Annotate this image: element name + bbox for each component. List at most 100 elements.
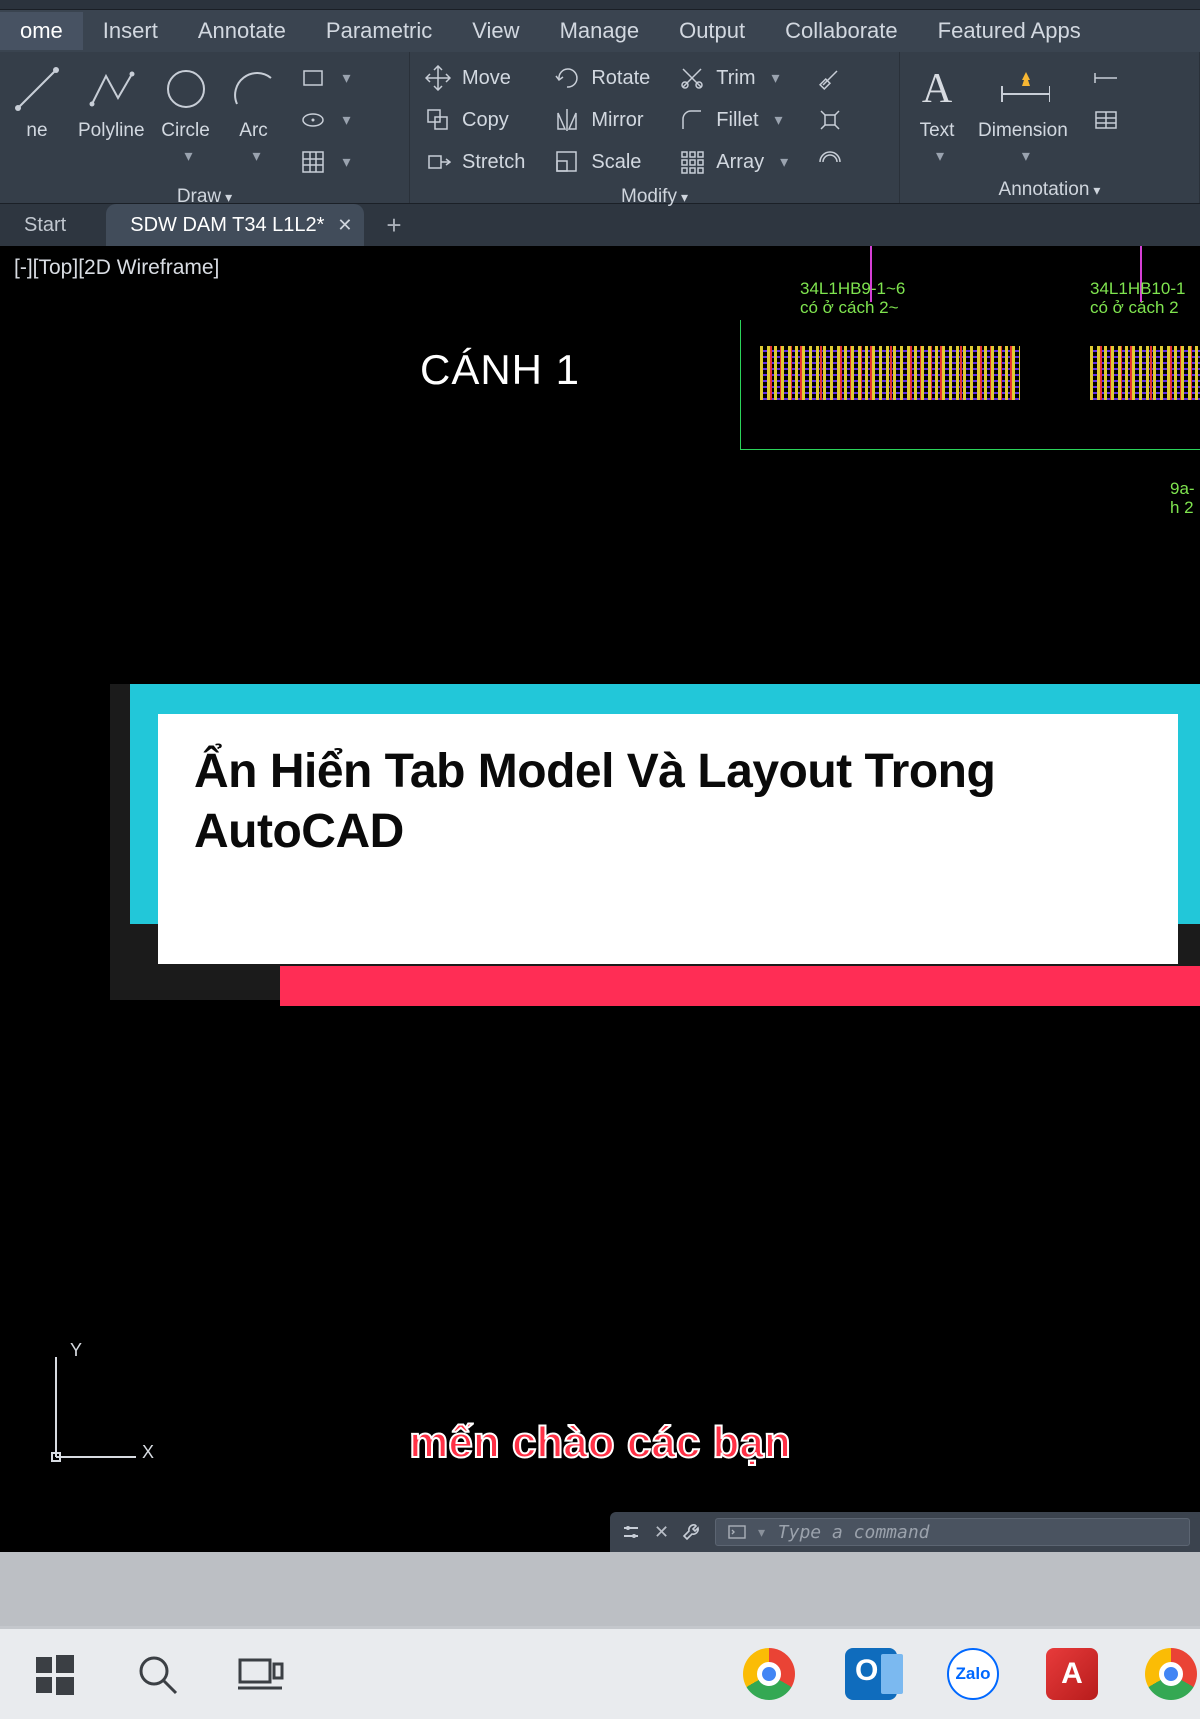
rotate-icon xyxy=(553,64,581,92)
rotate-tool[interactable]: Rotate xyxy=(549,60,654,96)
fillet-tool[interactable]: Fillet▾ xyxy=(674,102,792,138)
rotate-label: Rotate xyxy=(591,67,650,90)
ucs-x-label: X xyxy=(142,1442,154,1463)
rectangle-tool[interactable]: ▾ xyxy=(295,60,355,96)
close-icon[interactable]: ✕ xyxy=(654,1522,669,1543)
chrome-icon[interactable] xyxy=(740,1645,798,1703)
scale-icon xyxy=(553,148,581,176)
arc-label: Arc xyxy=(239,120,268,142)
copy-icon xyxy=(424,106,452,134)
customize-icon[interactable] xyxy=(620,1521,642,1543)
trim-tool[interactable]: Trim▾ xyxy=(674,60,792,96)
new-tab-button[interactable]: + xyxy=(364,210,423,241)
stretch-tool[interactable]: Stretch xyxy=(420,144,529,180)
ribbon-tab-output[interactable]: Output xyxy=(659,12,765,50)
hatch-tool[interactable]: ▾ xyxy=(295,144,355,180)
ribbon-tab-collaborate[interactable]: Collaborate xyxy=(765,12,918,50)
offset-icon xyxy=(816,148,844,176)
file-tab-label: SDW DAM T34 L1L2* xyxy=(130,214,324,237)
mirror-icon xyxy=(553,106,581,134)
drawing-label: CÁNH 1 xyxy=(420,346,580,394)
chrome-icon[interactable] xyxy=(1142,1645,1200,1703)
ellipse-tool[interactable]: ▾ xyxy=(295,102,355,138)
polyline-label: Polyline xyxy=(78,120,145,142)
text-icon: A xyxy=(910,62,964,116)
scale-label: Scale xyxy=(591,151,641,174)
taskbar: Zalo A xyxy=(0,1626,1200,1719)
chevron-down-icon: ▾ xyxy=(936,146,944,166)
annot-text: 34L1HB9-1~6có ở cách 2~ xyxy=(800,280,905,317)
text-label: Text xyxy=(920,120,955,142)
annotation-panel-title[interactable]: Annotation▾ xyxy=(900,179,1199,203)
line-tool[interactable]: ne xyxy=(10,58,64,142)
autocad-icon[interactable]: A xyxy=(1046,1648,1098,1700)
trim-label: Trim xyxy=(716,67,755,90)
ribbon-tab-view[interactable]: View xyxy=(452,12,539,50)
close-icon[interactable]: ✕ xyxy=(337,215,352,236)
task-view-icon[interactable] xyxy=(230,1645,288,1703)
mirror-tool[interactable]: Mirror xyxy=(549,102,654,138)
table-icon xyxy=(1092,106,1120,134)
dimension-label: Dimension xyxy=(978,120,1068,142)
file-tab[interactable]: SDW DAM T34 L1L2* ✕ xyxy=(106,204,364,246)
copy-tool[interactable]: Copy xyxy=(420,102,529,138)
offset-tool[interactable] xyxy=(812,144,848,180)
move-label: Move xyxy=(462,67,511,90)
ribbon-tab-featured-apps[interactable]: Featured Apps xyxy=(918,12,1101,50)
array-tool[interactable]: Array▾ xyxy=(674,144,792,180)
stretch-label: Stretch xyxy=(462,151,525,174)
text-tool[interactable]: A Text ▾ xyxy=(910,58,964,166)
command-input[interactable]: ▾ Type a command xyxy=(715,1518,1190,1546)
dimension-icon xyxy=(996,62,1050,116)
polyline-tool[interactable]: Polyline xyxy=(78,58,145,142)
ribbon-tab-home[interactable]: ome xyxy=(0,12,83,50)
table-tool[interactable] xyxy=(1088,102,1124,138)
ucs-icon[interactable]: Y X xyxy=(26,1342,146,1472)
wrench-icon[interactable] xyxy=(681,1521,703,1543)
dimension-tool[interactable]: Dimension ▾ xyxy=(978,58,1068,166)
chevron-down-icon: ▾ xyxy=(253,146,261,166)
ribbon-tab-manage[interactable]: Manage xyxy=(540,12,660,50)
viewport-state[interactable]: [-][Top][2D Wireframe] xyxy=(2,250,231,286)
line-label: ne xyxy=(26,120,47,142)
erase-tool[interactable] xyxy=(812,60,848,96)
ribbon: ne Polyline Circle ▾ Arc ▾ xyxy=(0,52,1200,204)
circle-icon xyxy=(159,62,213,116)
copy-label: Copy xyxy=(462,109,509,132)
mirror-label: Mirror xyxy=(591,109,643,132)
search-icon[interactable] xyxy=(128,1645,186,1703)
command-placeholder: Type a command xyxy=(778,1522,930,1543)
chevron-down-icon: ▾ xyxy=(1022,146,1030,166)
overlay-title: Ẩn Hiển Tab Model Và Layout Trong AutoCA… xyxy=(194,742,1142,862)
drawing-area[interactable]: [-][Top][2D Wireframe] 34L1HB9-1~6có ở c… xyxy=(0,246,1200,1552)
overlay-card: Ẩn Hiển Tab Model Và Layout Trong AutoCA… xyxy=(158,714,1178,964)
line-icon xyxy=(10,62,64,116)
modify-panel-title[interactable]: Modify▾ xyxy=(410,186,899,210)
windows-start-icon[interactable] xyxy=(26,1645,84,1703)
explode-tool[interactable] xyxy=(812,102,848,138)
outlook-icon[interactable] xyxy=(842,1645,900,1703)
circle-label: Circle xyxy=(161,120,210,142)
scale-tool[interactable]: Scale xyxy=(549,144,654,180)
stretch-icon xyxy=(424,148,452,176)
ellipse-icon xyxy=(299,106,327,134)
circle-tool[interactable]: Circle ▾ xyxy=(159,58,213,166)
arc-icon xyxy=(227,62,281,116)
zalo-icon[interactable]: Zalo xyxy=(944,1645,1002,1703)
ribbon-tab-row: ome Insert Annotate Parametric View Mana… xyxy=(0,10,1200,52)
move-tool[interactable]: Move xyxy=(420,60,529,96)
ribbon-tab-annotate[interactable]: Annotate xyxy=(178,12,306,50)
start-tab[interactable]: Start xyxy=(0,204,106,246)
polyline-icon xyxy=(84,62,138,116)
erase-icon xyxy=(816,64,844,92)
leader-tool[interactable] xyxy=(1088,60,1124,96)
trim-icon xyxy=(678,64,706,92)
caption-text: mến chào các bạn xyxy=(409,1418,790,1468)
ribbon-tab-parametric[interactable]: Parametric xyxy=(306,12,452,50)
annot-text: 34L1HB10-1có ở cách 2 xyxy=(1090,280,1185,317)
leader-icon xyxy=(1092,64,1120,92)
ribbon-tab-insert[interactable]: Insert xyxy=(83,12,178,50)
ucs-y-label: Y xyxy=(70,1340,82,1361)
arc-tool[interactable]: Arc ▾ xyxy=(227,58,281,166)
explode-icon xyxy=(816,106,844,134)
